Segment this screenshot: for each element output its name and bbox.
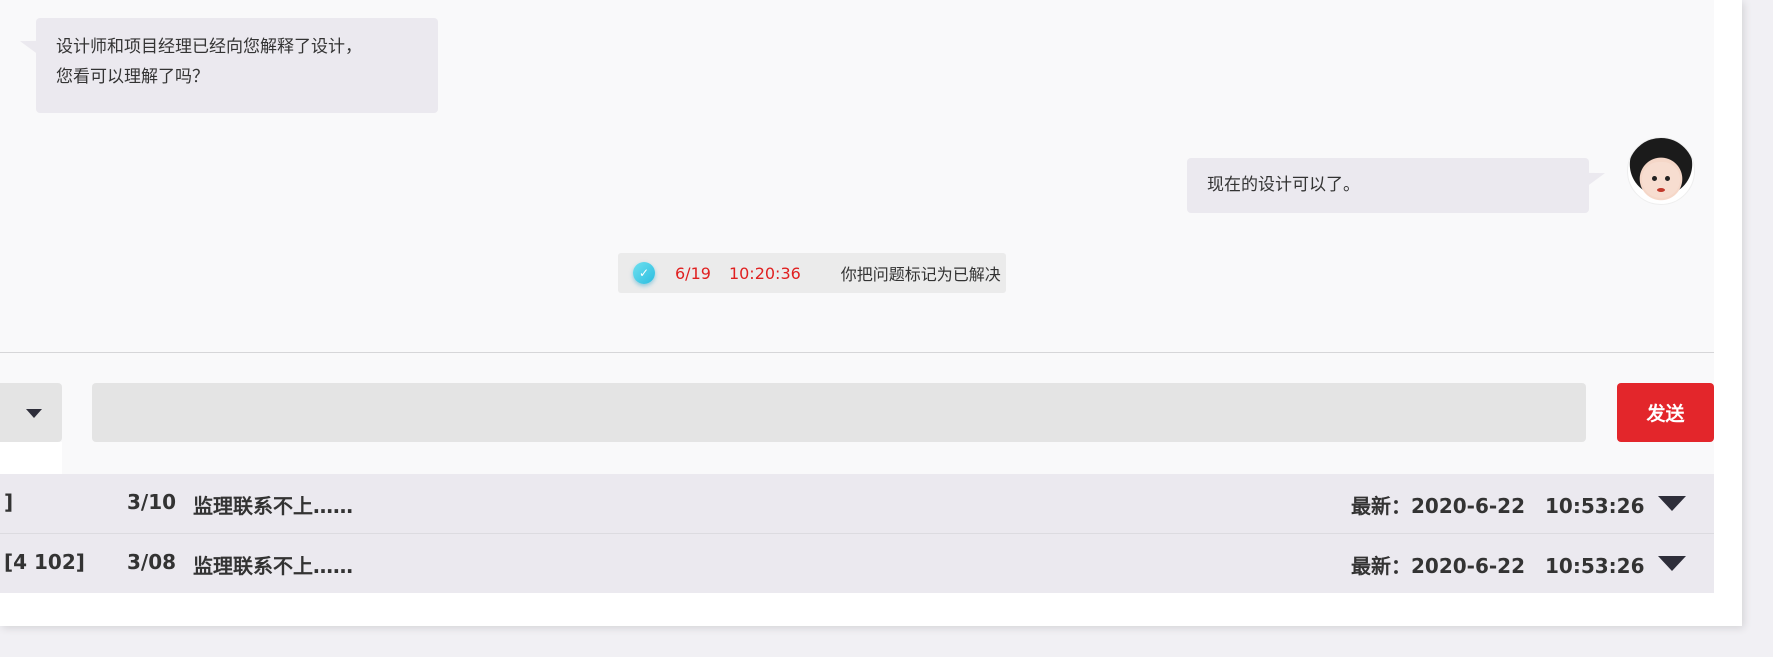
issue-row[interactable]: [4 102] 3/08 监理联系不上…… 最新：2020-6-22 10:53… [0,534,1714,593]
message-input[interactable] [92,383,1586,442]
resolved-status-notice: ✓ 6/19 10:20:36 你把问题标记为已解决 [618,253,1006,293]
outgoing-message-text: 现在的设计可以了。 [1207,175,1360,195]
chat-history[interactable]: 设计师和项目经理已经向您解释了设计， 您看可以理解了吗？ 现在的设计可以了。 ✓… [0,0,1714,353]
outgoing-message-bubble: 现在的设计可以了。 [1187,158,1589,213]
incoming-message-line-1: 设计师和项目经理已经向您解释了设计， [56,37,362,57]
issue-code: ] [4,490,14,514]
avatar-eye [1665,176,1670,181]
chevron-down-icon [26,409,42,418]
issue-title: 监理联系不上…… [193,494,353,518]
incoming-message-bubble: 设计师和项目经理已经向您解释了设计， 您看可以理解了吗？ [36,18,438,113]
issue-date: 3/10 [127,490,177,514]
issue-code: [4 102] [4,550,85,574]
issue-latest-update: 最新：2020-6-22 10:53:26 [1351,554,1645,578]
incoming-message-line-2: 您看可以理解了吗？ [56,67,209,87]
issue-date: 3/08 [127,550,177,574]
user-avatar[interactable] [1627,137,1695,205]
avatar-eye [1652,176,1657,181]
send-button[interactable]: 发送 [1617,383,1714,442]
check-circle-icon: ✓ [633,262,655,284]
issue-title: 监理联系不上…… [193,554,353,578]
issue-latest-update: 最新：2020-6-22 10:53:26 [1351,494,1645,518]
message-type-dropdown[interactable] [0,383,62,442]
conversation-panel: 设计师和项目经理已经向您解释了设计， 您看可以理解了吗？ 现在的设计可以了。 ✓… [0,0,1742,626]
avatar-mouth [1657,188,1665,192]
composer-bar: 发送 [0,353,1714,532]
expand-caret-icon[interactable] [1658,496,1686,511]
expand-caret-icon[interactable] [1658,556,1686,571]
status-date: 6/19 [675,263,711,283]
status-time: 10:20:36 [728,263,801,283]
status-text: 你把问题标记为已解决 [840,265,1001,284]
issue-row[interactable]: ] 3/10 监理联系不上…… 最新：2020-6-22 10:53:26 [0,474,1714,533]
avatar-face [1642,162,1680,198]
